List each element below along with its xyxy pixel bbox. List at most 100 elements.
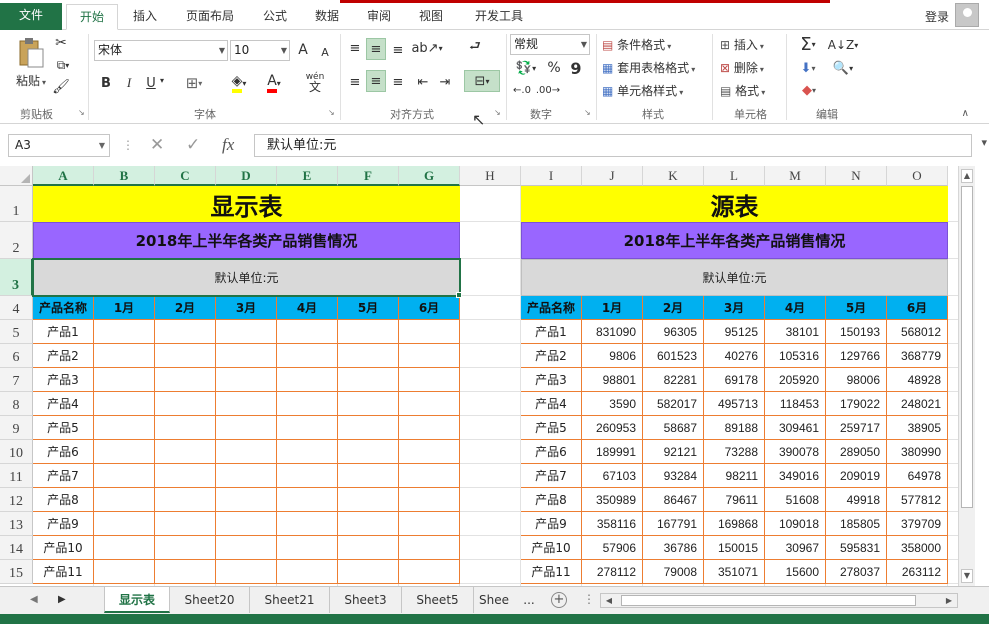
source-value-cell[interactable]: 259717	[826, 416, 887, 440]
number-launcher-icon[interactable]: ↘	[584, 108, 591, 117]
display-title[interactable]: 显示表	[33, 186, 460, 222]
row-header-15[interactable]: 15	[0, 560, 33, 584]
display-product-cell[interactable]: 产品11	[33, 560, 94, 584]
source-product-cell[interactable]: 产品8	[521, 488, 582, 512]
column-header-d[interactable]: D	[216, 166, 277, 186]
source-value-cell[interactable]: 185805	[826, 512, 887, 536]
format-painter-icon[interactable]: 🖌	[52, 78, 70, 96]
display-unit[interactable]: 默认单位:元	[33, 259, 460, 296]
orientation-icon[interactable]: ab↗ ▾	[411, 38, 442, 58]
font-shrink-icon[interactable]: A	[318, 44, 332, 60]
display-empty-cell[interactable]	[277, 488, 338, 512]
tab-file[interactable]: 文件	[0, 3, 62, 30]
source-value-cell[interactable]: 289050	[826, 440, 887, 464]
source-value-cell[interactable]: 205920	[765, 368, 826, 392]
sheet-tab-sheet5[interactable]: Sheet5	[402, 587, 474, 613]
horizontal-scrollbar[interactable]: ◀ ▶	[600, 593, 958, 608]
tab-insert[interactable]: 插入	[122, 4, 168, 30]
row-header-5[interactable]: 5	[0, 320, 33, 344]
display-product-cell[interactable]: 产品8	[33, 488, 94, 512]
display-empty-cell[interactable]	[216, 320, 277, 344]
display-product-cell[interactable]: 产品2	[33, 344, 94, 368]
display-empty-cell[interactable]	[399, 536, 460, 560]
display-empty-cell[interactable]	[216, 464, 277, 488]
source-value-cell[interactable]: 379709	[887, 512, 948, 536]
source-value-cell[interactable]: 577812	[887, 488, 948, 512]
insert-cells-button[interactable]: ⊞ 插入 ▾	[720, 36, 764, 53]
formula-bar-drag-icon[interactable]: ⋮	[122, 138, 134, 152]
source-value-cell[interactable]: 179022	[826, 392, 887, 416]
expand-formula-bar-icon[interactable]: ▾	[981, 136, 987, 149]
font-grow-icon[interactable]: A	[296, 42, 310, 58]
display-empty-cell[interactable]	[94, 512, 155, 536]
row-header-10[interactable]: 10	[0, 440, 33, 464]
source-header-cell[interactable]: 1月	[582, 296, 643, 320]
source-value-cell[interactable]: 93284	[643, 464, 704, 488]
tab-home[interactable]: 开始	[66, 4, 118, 30]
source-value-cell[interactable]: 73288	[704, 440, 765, 464]
source-value-cell[interactable]: 189991	[582, 440, 643, 464]
format-cells-button[interactable]: ▤ 格式 ▾	[720, 82, 765, 99]
source-value-cell[interactable]: 30967	[765, 536, 826, 560]
source-unit[interactable]: 默认单位:元	[521, 259, 948, 296]
display-header-cell[interactable]: 1月	[94, 296, 155, 320]
source-value-cell[interactable]: 167791	[643, 512, 704, 536]
display-product-cell[interactable]: 产品7	[33, 464, 94, 488]
source-product-cell[interactable]: 产品10	[521, 536, 582, 560]
display-empty-cell[interactable]	[399, 512, 460, 536]
source-value-cell[interactable]: 568012	[887, 320, 948, 344]
source-header-cell[interactable]: 2月	[643, 296, 704, 320]
scroll-right-icon[interactable]: ▶	[943, 594, 955, 607]
source-value-cell[interactable]: 358000	[887, 536, 948, 560]
display-empty-cell[interactable]	[277, 368, 338, 392]
paste-label[interactable]: 粘贴 ▾	[16, 72, 46, 89]
source-value-cell[interactable]: 495713	[704, 392, 765, 416]
align-center-icon[interactable]: ≡	[366, 70, 386, 92]
autosum-icon[interactable]: Σ ▾	[794, 34, 822, 55]
display-empty-cell[interactable]	[94, 392, 155, 416]
row-header-8[interactable]: 8	[0, 392, 33, 416]
prev-sheet-icon[interactable]: ◀	[30, 594, 38, 605]
vertical-scrollbar[interactable]: ▲ ▼	[958, 166, 975, 586]
display-empty-cell[interactable]	[338, 368, 399, 392]
sort-filter-icon[interactable]: A↓Z ▾	[826, 36, 860, 54]
display-header-cell[interactable]: 2月	[155, 296, 216, 320]
source-value-cell[interactable]: 69178	[704, 368, 765, 392]
source-value-cell[interactable]: 309461	[765, 416, 826, 440]
source-value-cell[interactable]: 260953	[582, 416, 643, 440]
source-product-cell[interactable]: 产品7	[521, 464, 582, 488]
select-all-corner[interactable]	[0, 166, 33, 186]
display-empty-cell[interactable]	[399, 392, 460, 416]
increase-indent-icon[interactable]: ⇥	[436, 72, 454, 92]
display-header-cell[interactable]: 3月	[216, 296, 277, 320]
display-empty-cell[interactable]	[155, 344, 216, 368]
formula-input[interactable]: 默认单位:元	[254, 134, 972, 157]
display-product-cell[interactable]: 产品9	[33, 512, 94, 536]
column-header-i[interactable]: I	[521, 166, 582, 186]
display-empty-cell[interactable]	[277, 464, 338, 488]
display-empty-cell[interactable]	[338, 416, 399, 440]
column-header-k[interactable]: K	[643, 166, 704, 186]
display-empty-cell[interactable]	[94, 440, 155, 464]
column-header-f[interactable]: F	[338, 166, 399, 186]
display-empty-cell[interactable]	[338, 536, 399, 560]
source-value-cell[interactable]: 82281	[643, 368, 704, 392]
source-value-cell[interactable]: 49918	[826, 488, 887, 512]
row-header-3[interactable]: 3	[0, 259, 33, 296]
delete-cells-button[interactable]: ⊠ 删除 ▾	[720, 59, 764, 76]
display-empty-cell[interactable]	[399, 440, 460, 464]
source-subtitle[interactable]: 2018年上半年各类产品销售情况	[521, 222, 948, 259]
display-empty-cell[interactable]	[155, 392, 216, 416]
display-empty-cell[interactable]	[338, 392, 399, 416]
display-empty-cell[interactable]	[155, 320, 216, 344]
source-value-cell[interactable]: 98211	[704, 464, 765, 488]
collapse-ribbon-icon[interactable]: ∧	[962, 108, 969, 119]
source-product-cell[interactable]: 产品3	[521, 368, 582, 392]
sheet-tab-sheet21[interactable]: Sheet21	[250, 587, 330, 613]
display-product-cell[interactable]: 产品5	[33, 416, 94, 440]
column-header-h[interactable]: H	[460, 166, 521, 186]
source-value-cell[interactable]: 96305	[643, 320, 704, 344]
display-empty-cell[interactable]	[155, 512, 216, 536]
display-empty-cell[interactable]	[155, 488, 216, 512]
column-header-a[interactable]: A	[33, 166, 94, 186]
